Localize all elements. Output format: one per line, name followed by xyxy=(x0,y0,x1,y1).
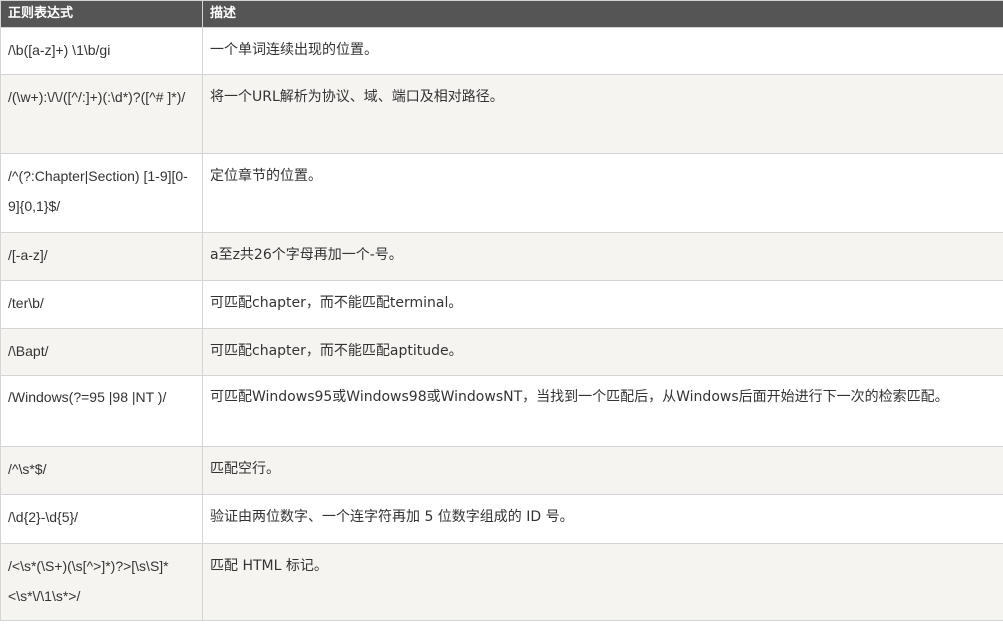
regex-pattern-cell: /\b([a-z]+) \1\b/gi xyxy=(0,27,203,75)
regex-pattern-cell: /ter\b/ xyxy=(0,280,203,329)
table-row: /\Bapt/ 可匹配chapter，而不能匹配aptitude。 xyxy=(0,328,1003,376)
description-cell: 将一个URL解析为协议、域、端口及相对路径。 xyxy=(202,74,1003,154)
regex-pattern-cell: /^\s*$/ xyxy=(0,446,203,495)
regex-reference-table: 正则表达式 描述 /\b([a-z]+) \1\b/gi 一个单词连续出现的位置… xyxy=(0,0,1003,621)
table-row: /Windows(?=95 |98 |NT )/ 可匹配Windows95或Wi… xyxy=(0,375,1003,447)
table-body: /\b([a-z]+) \1\b/gi 一个单词连续出现的位置。 /(\w+):… xyxy=(0,27,1003,621)
column-header-description: 描述 xyxy=(202,0,1003,28)
table-row: /\b([a-z]+) \1\b/gi 一个单词连续出现的位置。 xyxy=(0,27,1003,75)
description-cell: 一个单词连续出现的位置。 xyxy=(202,27,1003,75)
description-cell: 可匹配chapter，而不能匹配terminal。 xyxy=(202,280,1003,329)
regex-pattern-cell: /(\w+):\/\/([^/:]+)(:\d*)?([^# ]*)/ xyxy=(0,74,203,154)
regex-pattern-cell: /\Bapt/ xyxy=(0,328,203,376)
table-row: /<\s*(\S+)(\s[^>]*)?>[\s\S]*<\s*\/\1\s*>… xyxy=(0,543,1003,621)
table-row: /^\s*$/ 匹配空行。 xyxy=(0,446,1003,495)
header-row: 正则表达式 描述 xyxy=(0,0,1003,28)
table-row: /(\w+):\/\/([^/:]+)(:\d*)?([^# ]*)/ 将一个U… xyxy=(0,74,1003,154)
regex-pattern-cell: /<\s*(\S+)(\s[^>]*)?>[\s\S]*<\s*\/\1\s*>… xyxy=(0,543,203,621)
column-header-pattern: 正则表达式 xyxy=(0,0,203,28)
regex-pattern-cell: /[-a-z]/ xyxy=(0,232,203,281)
description-cell: 验证由两位数字、一个连字符再加 5 位数字组成的 ID 号。 xyxy=(202,494,1003,544)
regex-pattern-cell: /^(?:Chapter|Section) [1-9][0-9]{0,1}$/ xyxy=(0,153,203,233)
description-cell: 可匹配chapter，而不能匹配aptitude。 xyxy=(202,328,1003,376)
table-header: 正则表达式 描述 xyxy=(0,0,1003,28)
description-cell: 可匹配Windows95或Windows98或WindowsNT，当找到一个匹配… xyxy=(202,375,1003,447)
table-row: /^(?:Chapter|Section) [1-9][0-9]{0,1}$/ … xyxy=(0,153,1003,233)
description-cell: 定位章节的位置。 xyxy=(202,153,1003,233)
description-cell: 匹配 HTML 标记。 xyxy=(202,543,1003,621)
regex-pattern-cell: /\d{2}-\d{5}/ xyxy=(0,494,203,544)
table-row: /\d{2}-\d{5}/ 验证由两位数字、一个连字符再加 5 位数字组成的 I… xyxy=(0,494,1003,544)
table-row: /ter\b/ 可匹配chapter，而不能匹配terminal。 xyxy=(0,280,1003,329)
description-cell: a至z共26个字母再加一个-号。 xyxy=(202,232,1003,281)
table-row: /[-a-z]/ a至z共26个字母再加一个-号。 xyxy=(0,232,1003,281)
description-cell: 匹配空行。 xyxy=(202,446,1003,495)
regex-pattern-cell: /Windows(?=95 |98 |NT )/ xyxy=(0,375,203,447)
